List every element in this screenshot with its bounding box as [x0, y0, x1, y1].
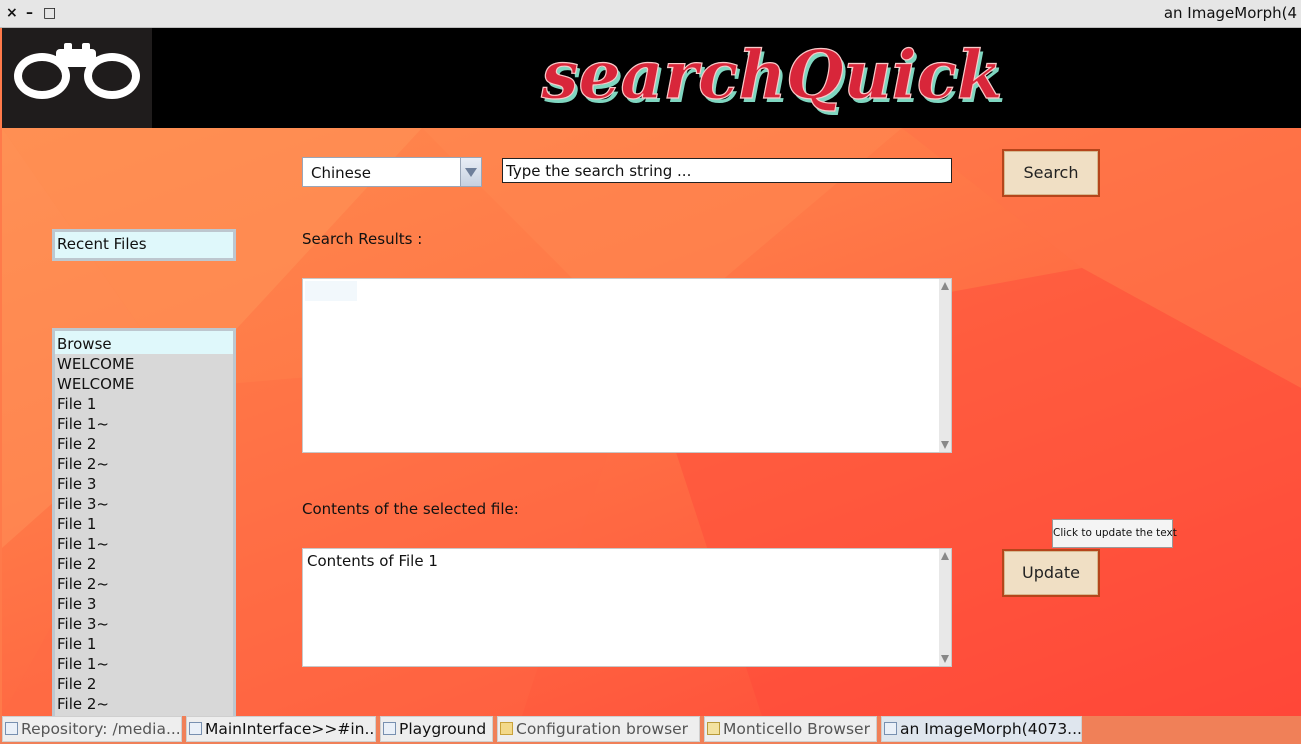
chevron-down-icon[interactable]	[460, 158, 481, 186]
recent-files-button[interactable]: Recent Files	[52, 229, 236, 261]
search-button[interactable]: Search	[1002, 149, 1100, 197]
scroll-up-icon[interactable]	[941, 552, 949, 560]
taskbar-item-monticello-browser[interactable]: Monticello Browser	[704, 716, 877, 742]
update-tooltip: Click to update the text	[1052, 519, 1177, 548]
maximize-window-button[interactable]: □	[43, 3, 56, 23]
window-titlebar: × – □ an ImageMorph(4	[0, 0, 1301, 28]
binoculars-icon	[14, 43, 140, 99]
taskbar-item-repository[interactable]: Repository: /media...	[2, 716, 182, 742]
file-list-item[interactable]: File 1~	[55, 414, 233, 434]
taskbar-item-configuration-browser[interactable]: Configuration browser	[497, 716, 700, 742]
selected-result-row[interactable]	[305, 281, 357, 301]
file-list-item[interactable]: File 3~	[55, 614, 233, 634]
window-title: an ImageMorph(4	[1163, 4, 1297, 22]
taskbar-item-imagemorph[interactable]: an ImageMorph(4073...	[881, 716, 1082, 742]
scroll-down-icon[interactable]	[941, 655, 949, 663]
file-contents-text: Contents of File 1	[307, 552, 438, 570]
taskbar-item-maininterface[interactable]: MainInterface>>#in...	[186, 716, 376, 742]
search-results-label: Search Results :	[302, 230, 423, 248]
file-items: WELCOME WELCOME File 1 File 1~ File 2 File 2~…	[55, 354, 233, 714]
file-list-item[interactable]: File 2	[55, 674, 233, 694]
app-header: searchQuick searchQuick	[2, 28, 1301, 128]
results-scrollbar[interactable]	[939, 279, 951, 452]
file-list-item[interactable]: File 2~	[55, 694, 233, 714]
playground-icon	[383, 722, 396, 735]
file-list-item[interactable]: WELCOME	[55, 374, 233, 394]
file-contents-editor[interactable]: Contents of File 1	[302, 548, 952, 667]
window-icon	[884, 722, 897, 735]
update-button[interactable]: Update	[1002, 549, 1100, 597]
disk-icon	[5, 722, 18, 735]
file-list-item[interactable]: File 1	[55, 394, 233, 414]
monticello-icon	[707, 722, 720, 735]
file-list-item[interactable]: File 3	[55, 594, 233, 614]
brand-text: searchQuick	[540, 36, 1002, 114]
file-list-item[interactable]: File 2	[55, 434, 233, 454]
file-list-item[interactable]: File 2	[55, 554, 233, 574]
scroll-up-icon[interactable]	[941, 282, 949, 290]
file-list-item[interactable]: File 2~	[55, 454, 233, 474]
contents-scrollbar[interactable]	[939, 549, 951, 666]
close-window-button[interactable]: ×	[6, 3, 18, 23]
minimize-window-button[interactable]: –	[26, 3, 33, 23]
recent-files-label: Recent Files	[57, 235, 147, 253]
contents-label: Contents of the selected file:	[302, 500, 519, 518]
file-list-item[interactable]: File 1	[55, 634, 233, 654]
main-panel: Chinese Search Search Results : Recent F…	[2, 128, 1301, 716]
brand-logo: searchQuick searchQuick	[540, 35, 1006, 118]
file-list-item[interactable]: File 1~	[55, 654, 233, 674]
file-list-item[interactable]: WELCOME	[55, 354, 233, 374]
taskbar-item-playground[interactable]: Playground	[380, 716, 493, 742]
logo	[2, 28, 152, 128]
file-list-item[interactable]: File 1	[55, 514, 233, 534]
browse-header[interactable]: Browse	[55, 331, 233, 354]
taskbar: Repository: /media... MainInterface>>#in…	[0, 716, 1301, 744]
language-select[interactable]: Chinese	[302, 157, 482, 187]
language-select-value: Chinese	[311, 164, 371, 182]
file-list-item[interactable]: File 3~	[55, 494, 233, 514]
file-list-item[interactable]: File 3	[55, 474, 233, 494]
file-list-item[interactable]: File 2~	[55, 574, 233, 594]
package-icon	[500, 722, 513, 735]
search-results-list[interactable]	[302, 278, 952, 453]
file-list-item[interactable]: File 1~	[55, 534, 233, 554]
scroll-down-icon[interactable]	[941, 441, 949, 449]
file-list[interactable]: Browse WELCOME WELCOME File 1 File 1~ File 2…	[52, 328, 236, 716]
search-input[interactable]	[502, 158, 952, 183]
class-browser-icon	[189, 722, 202, 735]
